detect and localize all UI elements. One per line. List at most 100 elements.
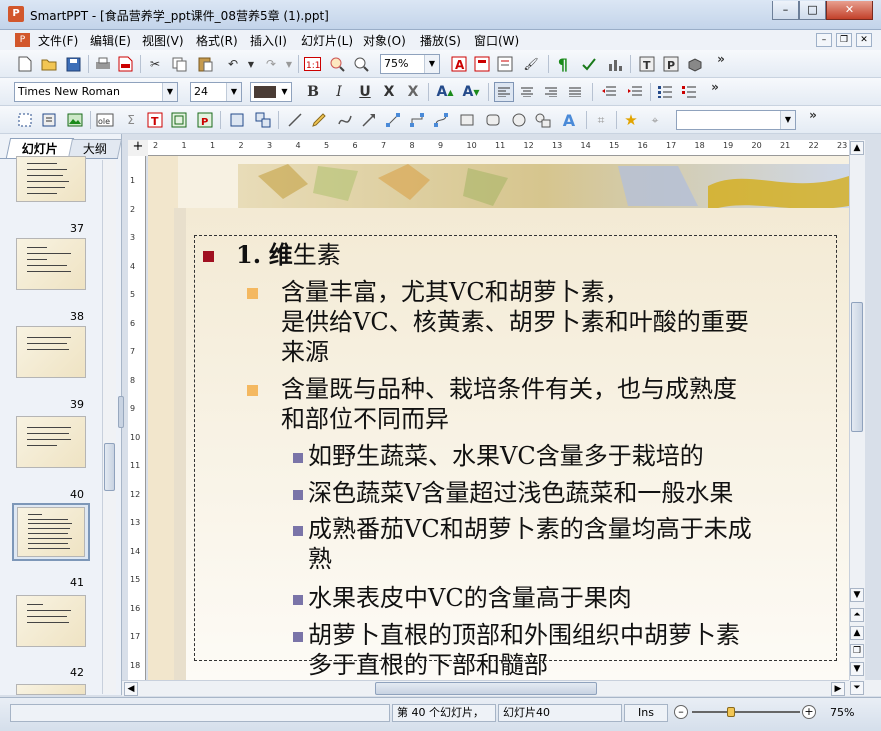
rectangle-tool-icon[interactable] (458, 111, 476, 129)
wordart-icon[interactable]: A (560, 111, 578, 130)
new-file-icon[interactable] (16, 55, 34, 73)
print-icon[interactable] (94, 55, 112, 73)
bullet-item-4[interactable]: 深色蔬菜V含量超过浅色蔬菜和一般水果 (308, 478, 848, 508)
bullet-item-7[interactable]: 胡萝卜直根的顶部和外围组织中胡萝卜素 多于直根的下部和髓部 (308, 620, 848, 680)
strikethrough-button[interactable]: X (380, 83, 398, 101)
slide-thumbnail-38[interactable] (16, 326, 86, 378)
undo-dropdown-icon[interactable]: ▼ (242, 55, 260, 73)
horizontal-scrollbar[interactable]: ◀ ▶ (122, 680, 849, 696)
first-slide-icon[interactable]: ⏶ (850, 608, 864, 622)
slide-canvas[interactable]: 1. 维生素 含量丰富，尤其VC和胡萝卜素， 是供给VC、核黄素、胡罗卜素和叶酸… (148, 156, 849, 680)
italic-button[interactable]: I (330, 83, 348, 101)
minimize-button[interactable]: – (772, 1, 799, 20)
insert-page-icon[interactable]: P (196, 111, 214, 129)
toolbar-overflow-icon[interactable]: » (712, 50, 730, 68)
selected-slide-frame[interactable] (12, 503, 90, 561)
text-color-icon[interactable]: A (450, 55, 468, 73)
zoom-in-button[interactable]: + (802, 705, 816, 719)
last-slide-icon[interactable]: ⏷ (850, 681, 864, 695)
slide-thumbnail-39[interactable] (16, 416, 86, 468)
insert-text-t-icon[interactable]: T (146, 111, 164, 129)
align-right-icon[interactable] (542, 83, 560, 101)
panel-scrollbar[interactable] (102, 160, 116, 694)
autoshape-icon[interactable] (534, 111, 552, 129)
close-button[interactable]: ✕ (826, 1, 873, 20)
star-effect-icon[interactable]: ★ (622, 111, 640, 129)
menu-window[interactable]: 窗口(W) (474, 32, 519, 49)
actual-size-icon[interactable]: 1:1 (303, 55, 321, 73)
bullet-item-2[interactable]: 含量既与品种、栽培条件有关，也与成熟度 和部位不同而异 (281, 374, 841, 434)
effect-select[interactable]: ▼ (676, 110, 796, 130)
chart-icon[interactable] (606, 55, 624, 73)
bullet-list-icon[interactable] (656, 83, 674, 101)
open-folder-icon[interactable] (40, 55, 58, 73)
menu-edit[interactable]: 编辑(E) (90, 32, 131, 49)
panel-splitter[interactable] (118, 396, 124, 428)
chevron-down-icon[interactable]: ▼ (780, 111, 795, 129)
mdi-close-button[interactable]: ✕ (856, 33, 872, 47)
slide-thumbnail-42[interactable] (16, 684, 86, 695)
align-center-icon[interactable] (518, 83, 536, 101)
ole-object-icon[interactable]: ole (96, 111, 114, 129)
decrease-indent-icon[interactable] (600, 83, 618, 101)
bullet-item-5[interactable]: 成熟番茄VC和胡萝卜素的含量均高于未成 熟 (308, 514, 848, 574)
bullet-item-6[interactable]: 水果表皮中VC的含量高于果肉 (308, 583, 848, 613)
formula-icon[interactable]: Σ (122, 111, 140, 129)
next-slide-icon[interactable]: ▼ (850, 662, 864, 676)
slide-layout-icon[interactable]: ❐ (850, 644, 864, 658)
menu-play[interactable]: 播放(S) (420, 32, 461, 49)
paste-icon[interactable] (196, 55, 214, 73)
font-select[interactable]: Times New Roman ▼ (14, 82, 178, 102)
slide-thumbnail-37[interactable] (16, 238, 86, 290)
zoom-slider-track[interactable] (692, 711, 800, 713)
chevron-down-icon[interactable]: ▼ (162, 83, 177, 101)
slide-thumbnail-36[interactable] (16, 156, 86, 202)
master-t-icon[interactable]: T (638, 55, 656, 73)
master-p-icon[interactable]: P (662, 55, 680, 73)
menu-insert[interactable]: 插入(I) (250, 32, 287, 49)
font-size-select[interactable]: 24 ▼ (190, 82, 242, 102)
zoom-slider-thumb[interactable] (727, 707, 735, 717)
panel-scroll-thumb[interactable] (104, 443, 115, 491)
redo-dropdown-icon[interactable]: ▼ (280, 55, 298, 73)
underline-button[interactable]: U (356, 83, 374, 101)
tab-slides[interactable]: 幻灯片 (5, 138, 75, 158)
slide-thumbnail-40[interactable] (17, 507, 85, 557)
spell-check-icon[interactable] (580, 55, 598, 73)
line-tool-icon[interactable] (286, 111, 304, 129)
toolbar-overflow-icon[interactable]: » (706, 78, 724, 96)
pencil-icon[interactable] (310, 111, 328, 129)
cut-icon[interactable]: ✂ (146, 55, 164, 73)
ungroup-icon[interactable] (254, 111, 272, 129)
maximize-button[interactable]: □ (799, 1, 826, 20)
copy-icon[interactable] (170, 55, 188, 73)
ellipse-tool-icon[interactable] (510, 111, 528, 129)
vertical-scroll-thumb[interactable] (851, 302, 863, 432)
curved-connector-icon[interactable] (432, 111, 450, 129)
select-frame-icon[interactable] (16, 111, 34, 129)
scroll-left-icon[interactable]: ◀ (124, 682, 138, 696)
fill-color-picker[interactable]: ▼ (250, 82, 292, 102)
scroll-down-icon[interactable]: ▼ (850, 588, 864, 602)
zoom-icon[interactable] (352, 55, 370, 73)
animation-icon[interactable]: ⌖ (646, 111, 664, 129)
slide-heading[interactable]: 1. 维生素 (236, 240, 341, 270)
outline-icon[interactable] (496, 55, 514, 73)
zoom-out-button[interactable]: – (674, 705, 688, 719)
mdi-minimize-button[interactable]: – (816, 33, 832, 47)
scroll-up-icon[interactable]: ▲ (850, 141, 864, 155)
picture-icon[interactable] (66, 111, 84, 129)
toolbar-overflow-icon[interactable]: » (804, 106, 822, 124)
arrow-tool-icon[interactable] (360, 111, 378, 129)
undo-icon[interactable]: ↶ (224, 55, 242, 73)
horizontal-scroll-thumb[interactable] (375, 682, 597, 695)
zoom-select[interactable]: 75% ▼ (380, 54, 440, 74)
pdf-icon[interactable] (116, 55, 134, 73)
brush-icon[interactable]: 🖌 (522, 55, 540, 73)
document-icon[interactable]: P (15, 33, 30, 47)
menu-object[interactable]: 对象(O) (363, 32, 406, 49)
mdi-restore-button[interactable]: ❐ (836, 33, 852, 47)
group-icon[interactable] (228, 111, 246, 129)
ruler-corner[interactable]: + (128, 140, 148, 156)
vertical-scrollbar[interactable]: ▲ ▼ ⏶ ▲ ❐ ▼ (849, 140, 865, 680)
